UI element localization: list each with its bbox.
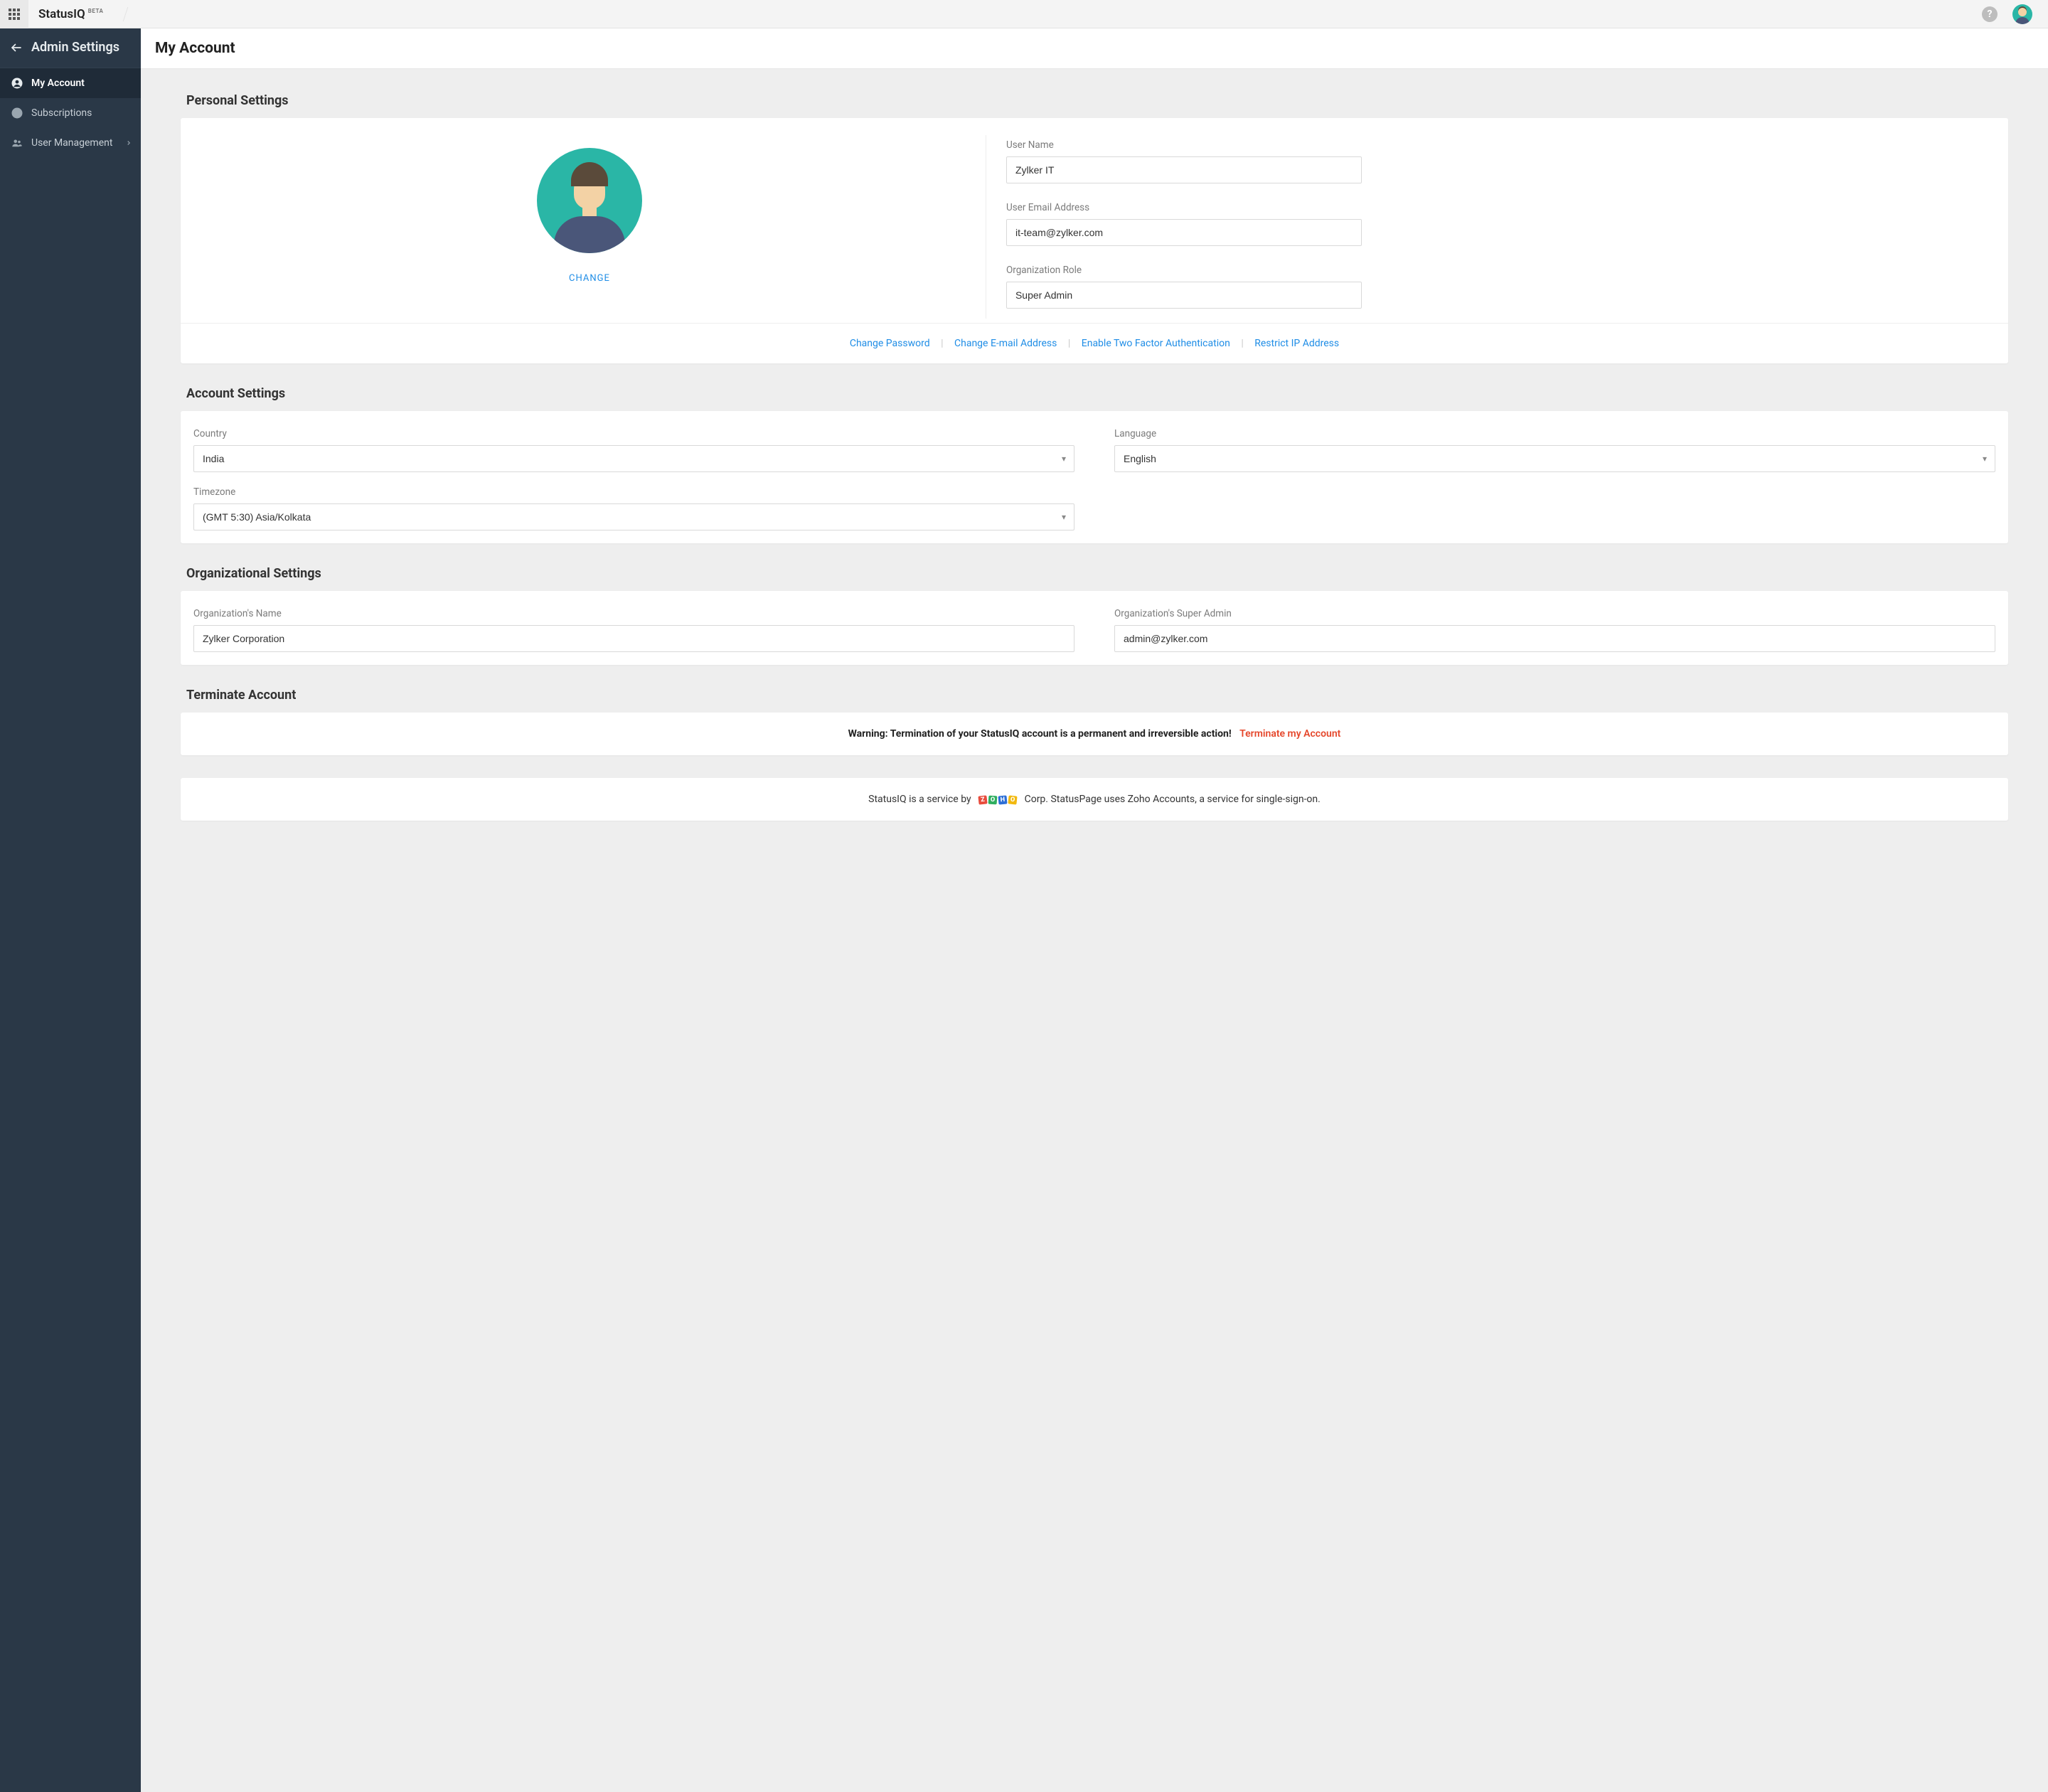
timezone-select[interactable] xyxy=(193,503,1074,530)
sidebar-item-subscriptions[interactable]: $ Subscriptions xyxy=(0,98,141,128)
sidebar-item-label: My Account xyxy=(31,78,85,89)
sidebar-header[interactable]: Admin Settings xyxy=(0,28,141,68)
language-select[interactable] xyxy=(1114,445,1995,472)
username-input[interactable] xyxy=(1006,156,1362,183)
footer-prefix: StatusIQ is a service by xyxy=(868,794,971,805)
footer-card: StatusIQ is a service by ZOHO Corp. Stat… xyxy=(181,778,2008,821)
org-admin-label: Organization's Super Admin xyxy=(1114,608,1995,619)
help-button[interactable]: ? xyxy=(1977,1,2002,27)
zoho-logo-icon: ZOHO xyxy=(978,794,1018,805)
role-label: Organization Role xyxy=(1006,265,1993,276)
change-photo-link[interactable]: CHANGE xyxy=(569,273,610,284)
email-input[interactable] xyxy=(1006,219,1362,246)
avatar-icon xyxy=(2012,4,2032,24)
country-select[interactable] xyxy=(193,445,1074,472)
brand: StatusIQBETA xyxy=(28,7,119,21)
sidebar-item-user-management[interactable]: User Management xyxy=(0,128,141,158)
sidebar: Admin Settings My Account $ Subscription… xyxy=(0,28,141,1792)
language-label: Language xyxy=(1114,428,1995,439)
change-password-link[interactable]: Change Password xyxy=(850,338,930,349)
section-title-terminate: Terminate Account xyxy=(186,688,2008,703)
users-icon xyxy=(10,137,24,149)
terminate-warning: Warning: Termination of your StatusIQ ac… xyxy=(848,728,1232,740)
chevron-right-icon xyxy=(125,139,132,146)
main: My Account Personal Settings CHANGE User… xyxy=(141,28,2048,1792)
section-title-account: Account Settings xyxy=(186,386,2008,401)
org-admin-input[interactable] xyxy=(1114,625,1995,652)
page-title: My Account xyxy=(141,28,2048,69)
username-label: User Name xyxy=(1006,139,1993,151)
profile-photo xyxy=(537,148,642,253)
org-name-label: Organization's Name xyxy=(193,608,1074,619)
org-name-input[interactable] xyxy=(193,625,1074,652)
brand-name: StatusIQ xyxy=(38,7,85,21)
sidebar-item-my-account[interactable]: My Account xyxy=(0,68,141,98)
two-factor-link[interactable]: Enable Two Factor Authentication xyxy=(1082,338,1230,349)
help-icon: ? xyxy=(1982,6,1998,22)
section-title-personal: Personal Settings xyxy=(186,93,2008,108)
avatar-column: CHANGE xyxy=(193,135,986,319)
personal-links-row: Change Password | Change E-mail Address … xyxy=(181,323,2008,363)
terminate-account-link[interactable]: Terminate my Account xyxy=(1239,728,1340,740)
back-arrow-icon xyxy=(10,41,23,54)
svg-text:$: $ xyxy=(15,110,18,117)
sidebar-item-label: Subscriptions xyxy=(31,107,92,119)
change-email-link[interactable]: Change E-mail Address xyxy=(954,338,1057,349)
app-launcher-button[interactable] xyxy=(0,0,28,28)
profile-avatar-button[interactable] xyxy=(2010,1,2035,27)
email-label: User Email Address xyxy=(1006,202,1993,213)
terminate-card: Warning: Termination of your StatusIQ ac… xyxy=(181,713,2008,755)
section-title-org: Organizational Settings xyxy=(186,566,2008,581)
footer-suffix: Corp. StatusPage uses Zoho Accounts, a s… xyxy=(1025,794,1321,805)
apps-grid-icon xyxy=(9,9,20,20)
dollar-circle-icon: $ xyxy=(10,107,24,119)
sidebar-title: Admin Settings xyxy=(31,40,119,55)
timezone-label: Timezone xyxy=(193,486,1074,498)
top-bar: StatusIQBETA ? xyxy=(0,0,2048,28)
personal-settings-card: CHANGE User Name User Email Address Orga… xyxy=(181,118,2008,363)
brand-suffix: BETA xyxy=(85,8,104,14)
role-input[interactable] xyxy=(1006,282,1362,309)
sidebar-item-label: User Management xyxy=(31,137,112,149)
org-settings-card: Organization's Name Organization's Super… xyxy=(181,591,2008,665)
country-label: Country xyxy=(193,428,1074,439)
restrict-ip-link[interactable]: Restrict IP Address xyxy=(1254,338,1339,349)
account-settings-card: Country Language Timezone xyxy=(181,411,2008,543)
account-circle-icon xyxy=(10,77,24,90)
